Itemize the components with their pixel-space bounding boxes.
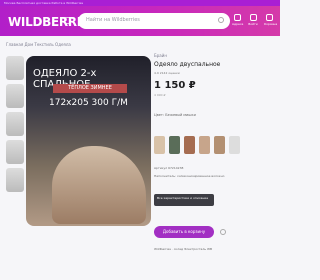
brand-name[interactable]: Брайн (154, 53, 274, 58)
blanket-image (52, 146, 146, 224)
swatch[interactable] (169, 136, 180, 154)
shipping-info: Wildberries · склад Электросталь WB (154, 247, 213, 251)
swatch[interactable] (214, 136, 225, 154)
product-title: Одеяло двуспальное (154, 61, 221, 68)
swatch[interactable] (154, 136, 165, 154)
color-label: Цвет: Бежевый мишки (154, 113, 196, 117)
search-icon[interactable] (218, 17, 224, 23)
spec-item: Наполнитель: силиконизированное волокно (154, 174, 225, 178)
product-details: Брайн Одеяло двуспальное 4.9 2142 оценки… (154, 53, 274, 117)
login-icon[interactable]: Войти (248, 14, 258, 26)
color-swatches (154, 136, 240, 154)
rating[interactable]: 4.9 2142 оценки (154, 71, 274, 75)
price: 1 150 ₽ (154, 80, 196, 91)
swatch[interactable] (184, 136, 195, 154)
search-input[interactable]: Найти на Wildberries (78, 13, 230, 29)
thumbnail[interactable] (6, 84, 24, 108)
specifications: Артикул 67214238 Наполнитель: силиконизи… (154, 166, 272, 182)
old-price: 4 990 ₽ (154, 93, 166, 97)
address-icon[interactable]: Адреса (232, 14, 243, 26)
breadcrumb[interactable]: Главная Дом Текстиль Одеяла (6, 42, 71, 47)
photo-size: 172х205 300 Г/М (49, 98, 128, 108)
menu-icon[interactable] (64, 17, 71, 24)
swatch[interactable] (229, 136, 240, 154)
add-to-cart-button[interactable]: Добавить в корзину (154, 226, 214, 238)
spec-item: Артикул 67214238 (154, 166, 184, 170)
thumbnail-list (6, 56, 24, 196)
thumbnail[interactable] (6, 56, 24, 80)
top-bar-text: Москва Бесплатная доставка Работа в Wild… (4, 1, 84, 5)
specs-tooltip[interactable]: Все характеристики и описание (154, 194, 214, 206)
thumbnail[interactable] (6, 140, 24, 164)
search-placeholder: Найти на Wildberries (86, 17, 140, 23)
thumbnail[interactable] (6, 112, 24, 136)
thumbnail[interactable] (6, 168, 24, 192)
site-header: WILDBERRIES Найти на Wildberries Адреса … (0, 6, 280, 36)
cart-icon[interactable]: Корзина (264, 14, 277, 26)
photo-badge: ТЁПЛОЕ ЗИМНЕЕ (53, 84, 127, 93)
product-photo[interactable]: ОДЕЯЛО 2-х СПАЛЬНОЕ ТЁПЛОЕ ЗИМНЕЕ 172х20… (26, 56, 151, 226)
swatch[interactable] (199, 136, 210, 154)
favorite-icon[interactable] (220, 229, 226, 235)
